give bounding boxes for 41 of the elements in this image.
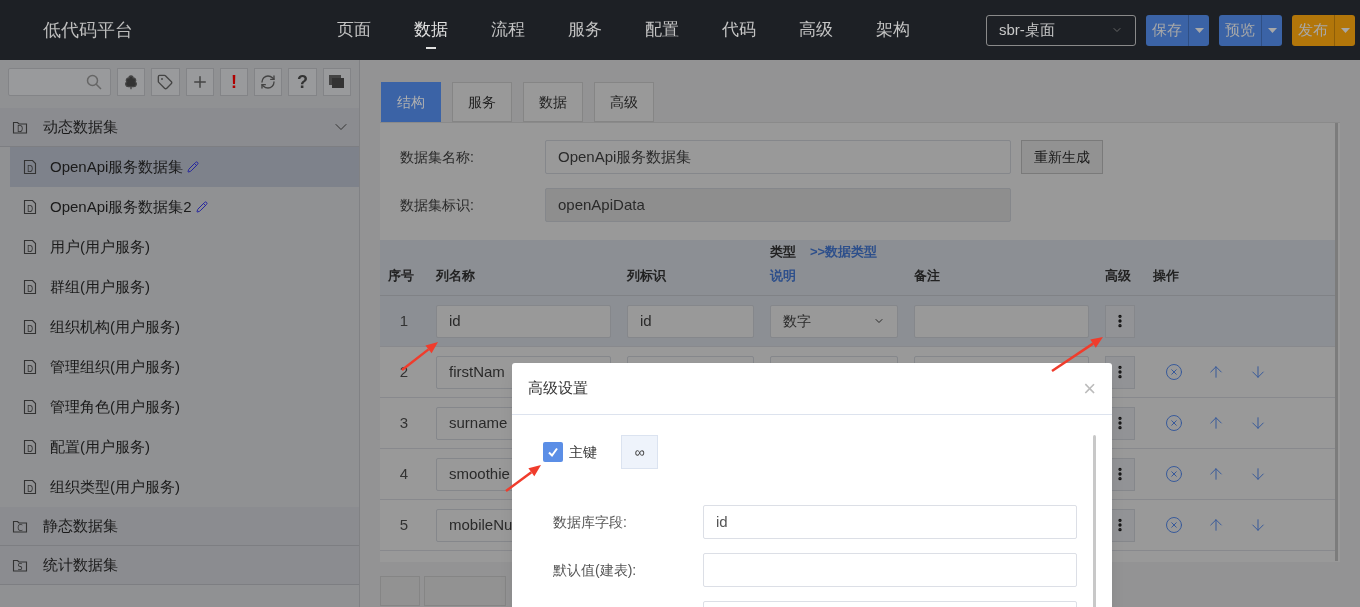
dialog-title: 高级设置 [528,378,588,399]
file-icon: D [22,279,38,295]
file-icon: D [22,159,38,175]
column-heading: 操作 [1153,267,1179,283]
file-icon: D [22,479,38,495]
field-label: 默认值(建表): [553,560,638,580]
field-label: 数据集标识: [400,195,475,215]
column-heading: 序号 [388,267,414,283]
file-icon: D [22,399,38,415]
checkbox-label: 主键 [569,442,597,462]
folder-icon: S [12,557,28,573]
field-label: 数据集名称: [400,147,475,167]
column-heading: 备注 [914,267,940,283]
file-icon: D [22,439,38,455]
row-number: 1 [398,310,410,331]
column-heading: 列标识 [627,267,666,283]
item-label: OpenApi服务数据集 [50,156,184,177]
file-icon: D [22,359,38,375]
folder-icon: C [12,518,28,534]
item-label: 组织类型(用户服务) [50,476,180,497]
file-icon: D [22,319,38,335]
folder-icon: D [12,119,28,135]
column-heading: 类型 [770,243,796,261]
symbol-text: ! [231,70,237,94]
column-heading: 列名称 [436,267,475,283]
file-icon: D [22,239,38,255]
item-label: 群组(用户服务) [50,276,150,297]
item-label: OpenApi服务数据集2 [50,196,192,217]
symbol-text: ? [297,70,309,94]
file-icon: D [22,199,38,215]
item-label: 管理角色(用户服务) [50,396,180,417]
item-label: 用户(用户服务) [50,236,150,257]
row-number: 5 [398,514,410,535]
column-heading: 高级 [1105,267,1131,283]
item-label: 管理组织(用户服务) [50,356,180,377]
row-number: 4 [398,463,410,484]
item-label: 组织机构(用户服务) [50,316,180,337]
item-label: 配置(用户服务) [50,436,150,457]
field-label: 数据库字段: [553,512,628,532]
row-number: 3 [398,412,410,433]
logo-text: 低代码平台 [43,18,134,42]
